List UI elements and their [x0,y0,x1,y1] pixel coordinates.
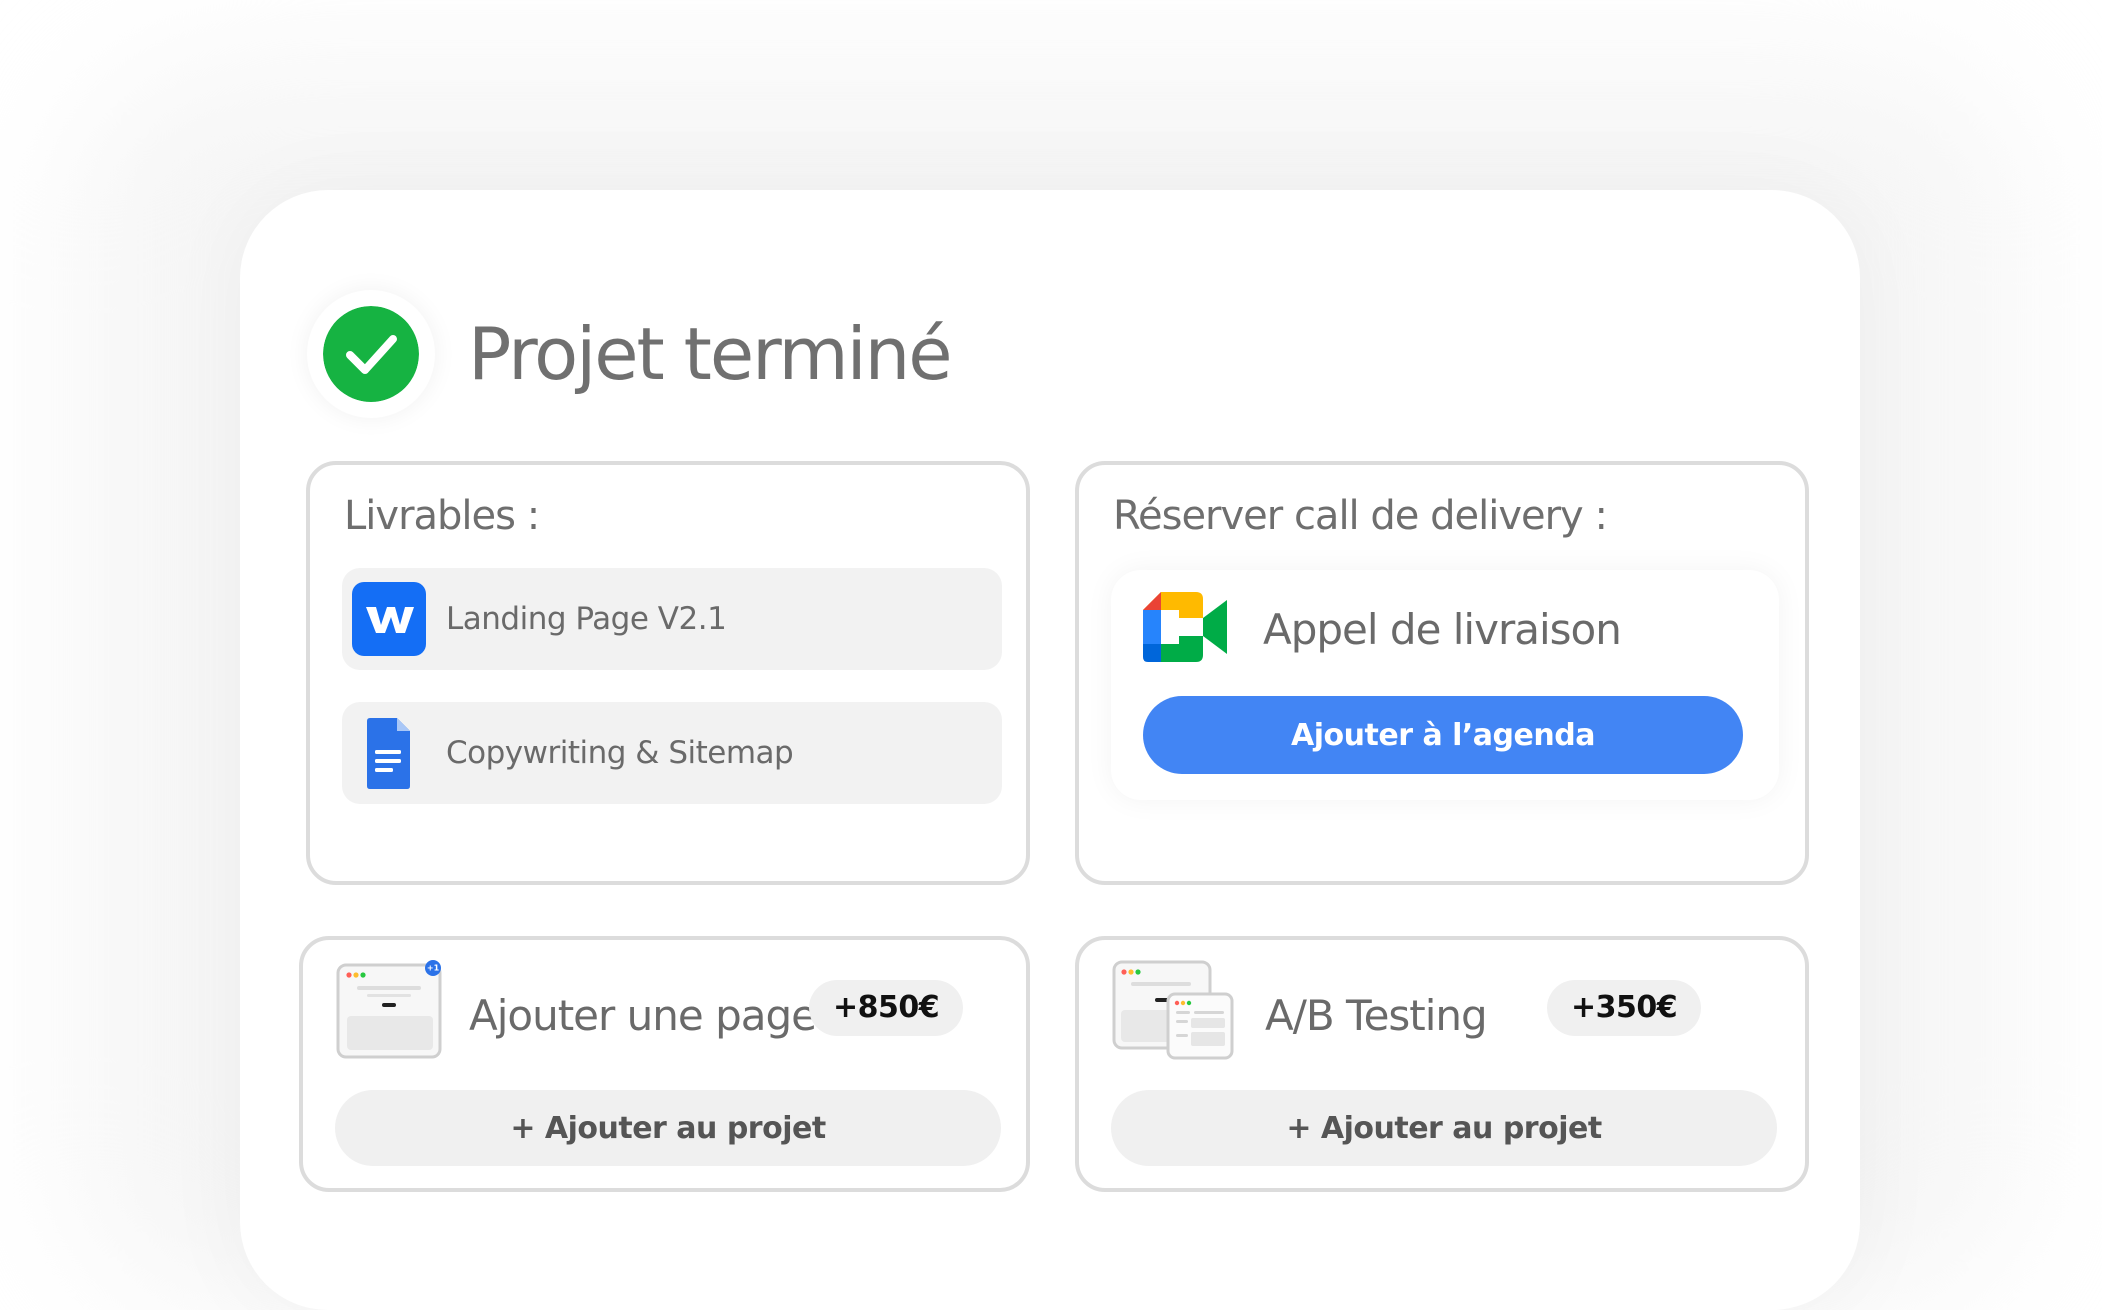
price-badge: +850€ [809,980,964,1036]
price-badge: +350€ [1547,980,1702,1036]
add-to-project-button[interactable]: + Ajouter au projet [335,1090,1001,1166]
addon-title: Ajouter une page [469,991,817,1040]
delivery-call-title: Réserver call de delivery : [1113,493,1608,539]
status-icon-ring [307,290,435,418]
google-meet-icon [1143,592,1227,662]
page-title: Projet terminé [468,312,953,396]
addon-title: A/B Testing [1265,991,1488,1040]
webflow-logo-icon [352,582,426,656]
deliverables-card: Livrables : Landing Page V2.1 Copywritin… [306,461,1030,885]
check-circle-icon [323,306,419,402]
ab-testing-mockup-icon [1112,960,1234,1060]
new-page-badge: +1 [427,964,440,973]
deliverable-item-landing-page[interactable]: Landing Page V2.1 [342,568,1002,670]
deliverable-item-copywriting[interactable]: Copywriting & Sitemap [342,702,1002,804]
addon-card-ab-testing: A/B Testing +350€ + Ajouter au projet [1075,936,1809,1192]
add-to-project-button[interactable]: + Ajouter au projet [1111,1090,1777,1166]
page-mockup-icon: +1 [336,960,442,1059]
google-docs-icon [367,718,410,789]
event-title: Appel de livraison [1263,605,1622,654]
event-box: Appel de livraison Ajouter à l’agenda [1111,570,1779,800]
addon-card-page: +1 Ajouter une page +850€ + Ajouter au p… [299,936,1030,1192]
add-to-agenda-button[interactable]: Ajouter à l’agenda [1143,696,1743,774]
deliverables-title: Livrables : [344,493,540,539]
deliverable-label: Landing Page V2.1 [446,601,727,637]
deliverable-label: Copywriting & Sitemap [446,735,794,771]
delivery-call-card: Réserver call de delivery : Appel de liv… [1075,461,1809,885]
